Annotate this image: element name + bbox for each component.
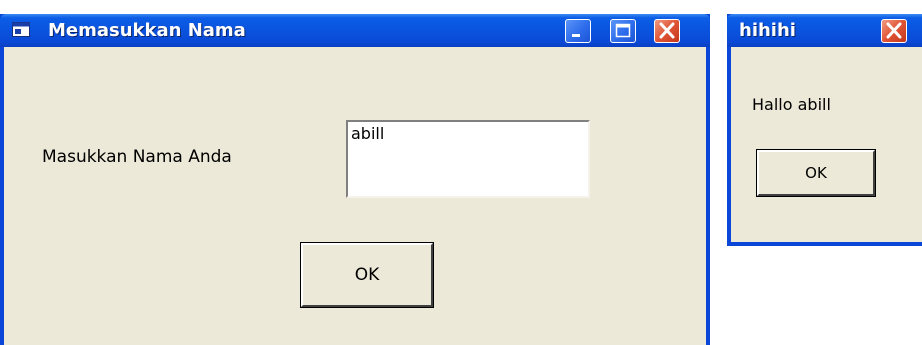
message-box-close-button[interactable] — [881, 19, 907, 43]
maximize-icon — [615, 23, 631, 38]
message-box-ok-button[interactable]: OK — [756, 149, 876, 197]
message-box-title: hihihi — [739, 20, 796, 41]
message-box-window: hihihi Hallo abill OK — [727, 14, 922, 246]
app-window-icon[interactable] — [12, 22, 30, 37]
close-button[interactable] — [654, 19, 680, 43]
close-icon — [886, 22, 902, 39]
main-window-title: Memasukkan Nama — [48, 20, 246, 41]
main-window: Memasukkan Nama Masukkan Nama Anda abill… — [0, 14, 710, 345]
name-input[interactable]: abill — [346, 120, 590, 198]
message-box-titlebar[interactable]: hihihi — [727, 14, 922, 47]
main-titlebar[interactable]: Memasukkan Nama — [0, 14, 710, 47]
ok-button[interactable]: OK — [300, 242, 434, 308]
name-label: Masukkan Nama Anda — [42, 147, 232, 167]
minimize-button[interactable] — [565, 19, 591, 43]
close-icon — [659, 22, 675, 39]
message-text: Hallo abill — [752, 95, 831, 114]
minimize-icon — [572, 34, 580, 37]
main-client-area: Masukkan Nama Anda abill OK — [4, 47, 706, 345]
maximize-button[interactable] — [610, 19, 636, 43]
message-box-client-area: Hallo abill OK — [731, 47, 922, 242]
